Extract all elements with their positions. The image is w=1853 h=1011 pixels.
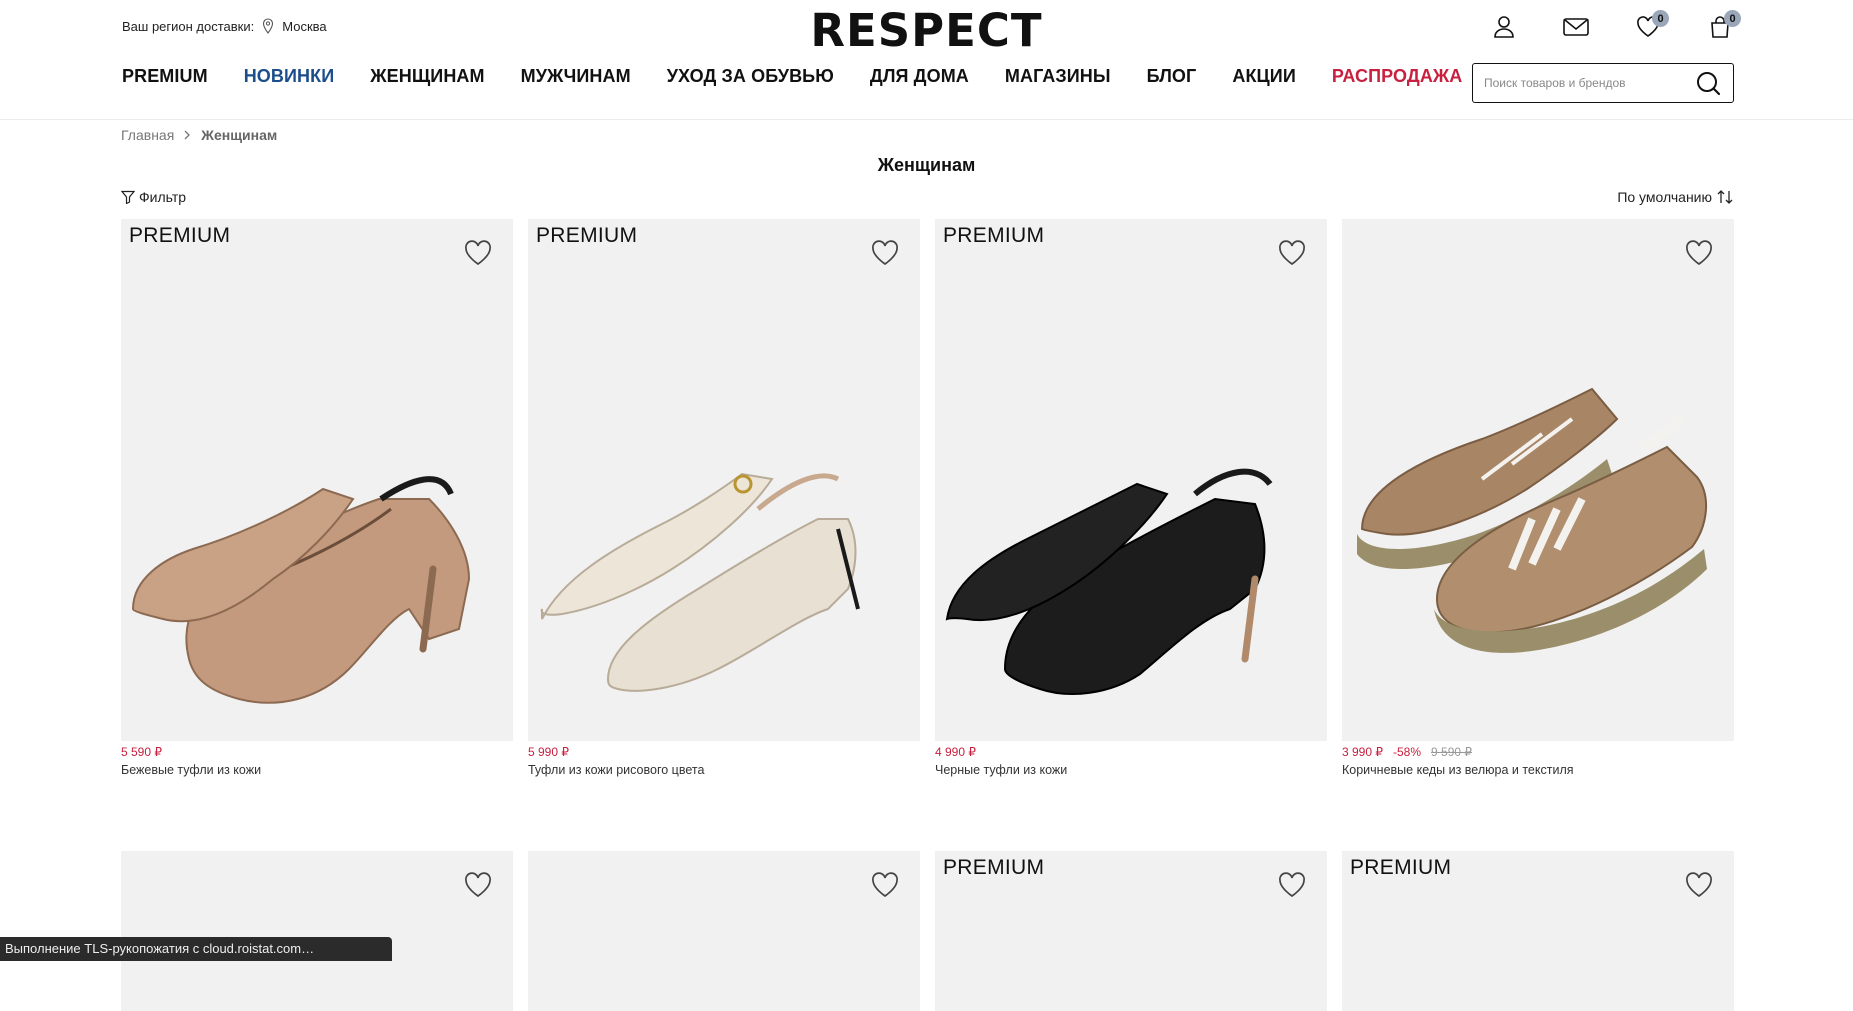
product-photo[interactable] — [528, 851, 920, 1011]
product-card[interactable]: 3 990 ₽ -58% 9 590 ₽ Коричневые кеды из … — [1342, 219, 1734, 777]
discount-badge: -58% — [1393, 745, 1422, 759]
sort-label: По умолчанию — [1617, 189, 1712, 205]
product-grid: PREMIUM 5 590 ₽ Бежевые туфли из кожи PR… — [121, 219, 1734, 1011]
nav-shoe-care[interactable]: УХОД ЗА ОБУВЬЮ — [667, 66, 834, 87]
chevron-right-icon — [184, 130, 191, 140]
search-input[interactable] — [1484, 76, 1684, 90]
filter-button[interactable]: Фильтр — [121, 189, 186, 205]
old-price: 9 590 ₽ — [1431, 745, 1473, 759]
main-nav: PREMIUM НОВИНКИ ЖЕНЩИНАМ МУЖЧИНАМ УХОД З… — [122, 66, 1498, 87]
filter-label: Фильтр — [139, 189, 187, 205]
product-photo[interactable]: PREMIUM — [1342, 851, 1734, 1011]
product-tag: PREMIUM — [943, 856, 1045, 879]
nav-stores[interactable]: МАГАЗИНЫ — [1005, 66, 1111, 87]
breadcrumb: Главная Женщинам — [121, 127, 277, 143]
slingback-shoe-image — [945, 468, 1273, 695]
product-card[interactable] — [528, 851, 920, 1011]
product-card[interactable]: PREMIUM 5 990 ₽ Туфли из кожи рисового ц… — [528, 219, 920, 777]
product-photo[interactable]: PREMIUM — [528, 219, 920, 741]
favorites-count-badge: 0 — [1652, 10, 1669, 27]
heart-icon[interactable] — [870, 239, 900, 267]
slingback-shoe-image — [131, 476, 471, 704]
nav-women[interactable]: ЖЕНЩИНАМ — [370, 66, 484, 87]
product-photo[interactable] — [1342, 219, 1734, 741]
product-tag: PREMIUM — [943, 224, 1045, 247]
product-card[interactable]: PREMIUM — [1342, 851, 1734, 1011]
cart-button[interactable]: 0 — [1705, 10, 1741, 42]
product-photo[interactable] — [121, 851, 513, 1011]
site-header: Ваш регион доставки: Москва RESPECT 0 0 … — [0, 0, 1853, 120]
heart-icon[interactable] — [463, 239, 493, 267]
product-price: 3 990 ₽ — [1342, 745, 1383, 759]
nav-sale[interactable]: РАСПРОДАЖА — [1332, 66, 1463, 87]
cart-count-badge: 0 — [1724, 10, 1741, 27]
header-icons: 0 0 — [1489, 10, 1741, 42]
product-card[interactable] — [121, 851, 513, 1011]
price-line: 5 990 ₽ — [528, 745, 920, 759]
heart-icon[interactable] — [1277, 239, 1307, 267]
breadcrumb-home[interactable]: Главная — [121, 127, 174, 143]
product-card[interactable]: PREMIUM 5 590 ₽ Бежевые туфли из кожи — [121, 219, 513, 777]
user-icon — [1494, 16, 1514, 38]
heart-icon[interactable] — [1277, 871, 1307, 899]
product-tag: PREMIUM — [1350, 856, 1452, 879]
product-name[interactable]: Бежевые туфли из кожи — [121, 763, 513, 777]
heart-icon[interactable] — [1684, 871, 1714, 899]
heart-icon[interactable] — [463, 871, 493, 899]
product-photo[interactable]: PREMIUM — [935, 851, 1327, 1011]
product-name[interactable]: Туфли из кожи рисового цвета — [528, 763, 920, 777]
sort-arrows-icon — [1717, 190, 1733, 204]
browser-status-bar: Выполнение TLS-рукопожатия с cloud.roist… — [0, 937, 392, 961]
favorites-button[interactable]: 0 — [1633, 10, 1669, 42]
product-name[interactable]: Черные туфли из кожи — [935, 763, 1327, 777]
price-line: 4 990 ₽ — [935, 745, 1327, 759]
nav-promotions[interactable]: АКЦИИ — [1232, 66, 1296, 87]
nav-home[interactable]: ДЛЯ ДОМА — [870, 66, 969, 87]
sneaker-image — [1357, 387, 1708, 653]
product-tag: PREMIUM — [129, 224, 231, 247]
messages-button[interactable] — [1561, 12, 1591, 42]
product-card[interactable]: PREMIUM — [935, 851, 1327, 1011]
nav-men[interactable]: МУЖЧИНАМ — [521, 66, 631, 87]
breadcrumb-current: Женщинам — [201, 127, 278, 143]
heart-icon[interactable] — [870, 871, 900, 899]
mail-icon — [1563, 18, 1589, 36]
price-line: 3 990 ₽ -58% 9 590 ₽ — [1342, 745, 1734, 759]
product-price: 4 990 ₽ — [935, 745, 976, 759]
product-photo[interactable]: PREMIUM — [935, 219, 1327, 741]
page-title: Женщинам — [877, 155, 976, 175]
nav-blog[interactable]: БЛОГ — [1147, 66, 1197, 87]
filter-icon — [121, 190, 135, 204]
product-price: 5 990 ₽ — [528, 745, 569, 759]
nav-premium[interactable]: PREMIUM — [122, 66, 208, 87]
product-card[interactable]: PREMIUM 4 990 ₽ Черные туфли из кожи — [935, 219, 1327, 777]
sort-select[interactable]: По умолчанию — [1617, 189, 1733, 205]
search-box — [1472, 63, 1734, 103]
slingback-shoe-image — [540, 472, 860, 692]
heart-icon[interactable] — [1684, 239, 1714, 267]
product-tag: PREMIUM — [536, 224, 638, 247]
product-photo[interactable]: PREMIUM — [121, 219, 513, 741]
account-button[interactable] — [1489, 12, 1519, 42]
price-line: 5 590 ₽ — [121, 745, 513, 759]
product-name[interactable]: Коричневые кеды из велюра и текстиля — [1342, 763, 1734, 777]
search-icon[interactable] — [1695, 71, 1721, 97]
product-price: 5 590 ₽ — [121, 745, 162, 759]
nav-new[interactable]: НОВИНКИ — [244, 66, 335, 87]
